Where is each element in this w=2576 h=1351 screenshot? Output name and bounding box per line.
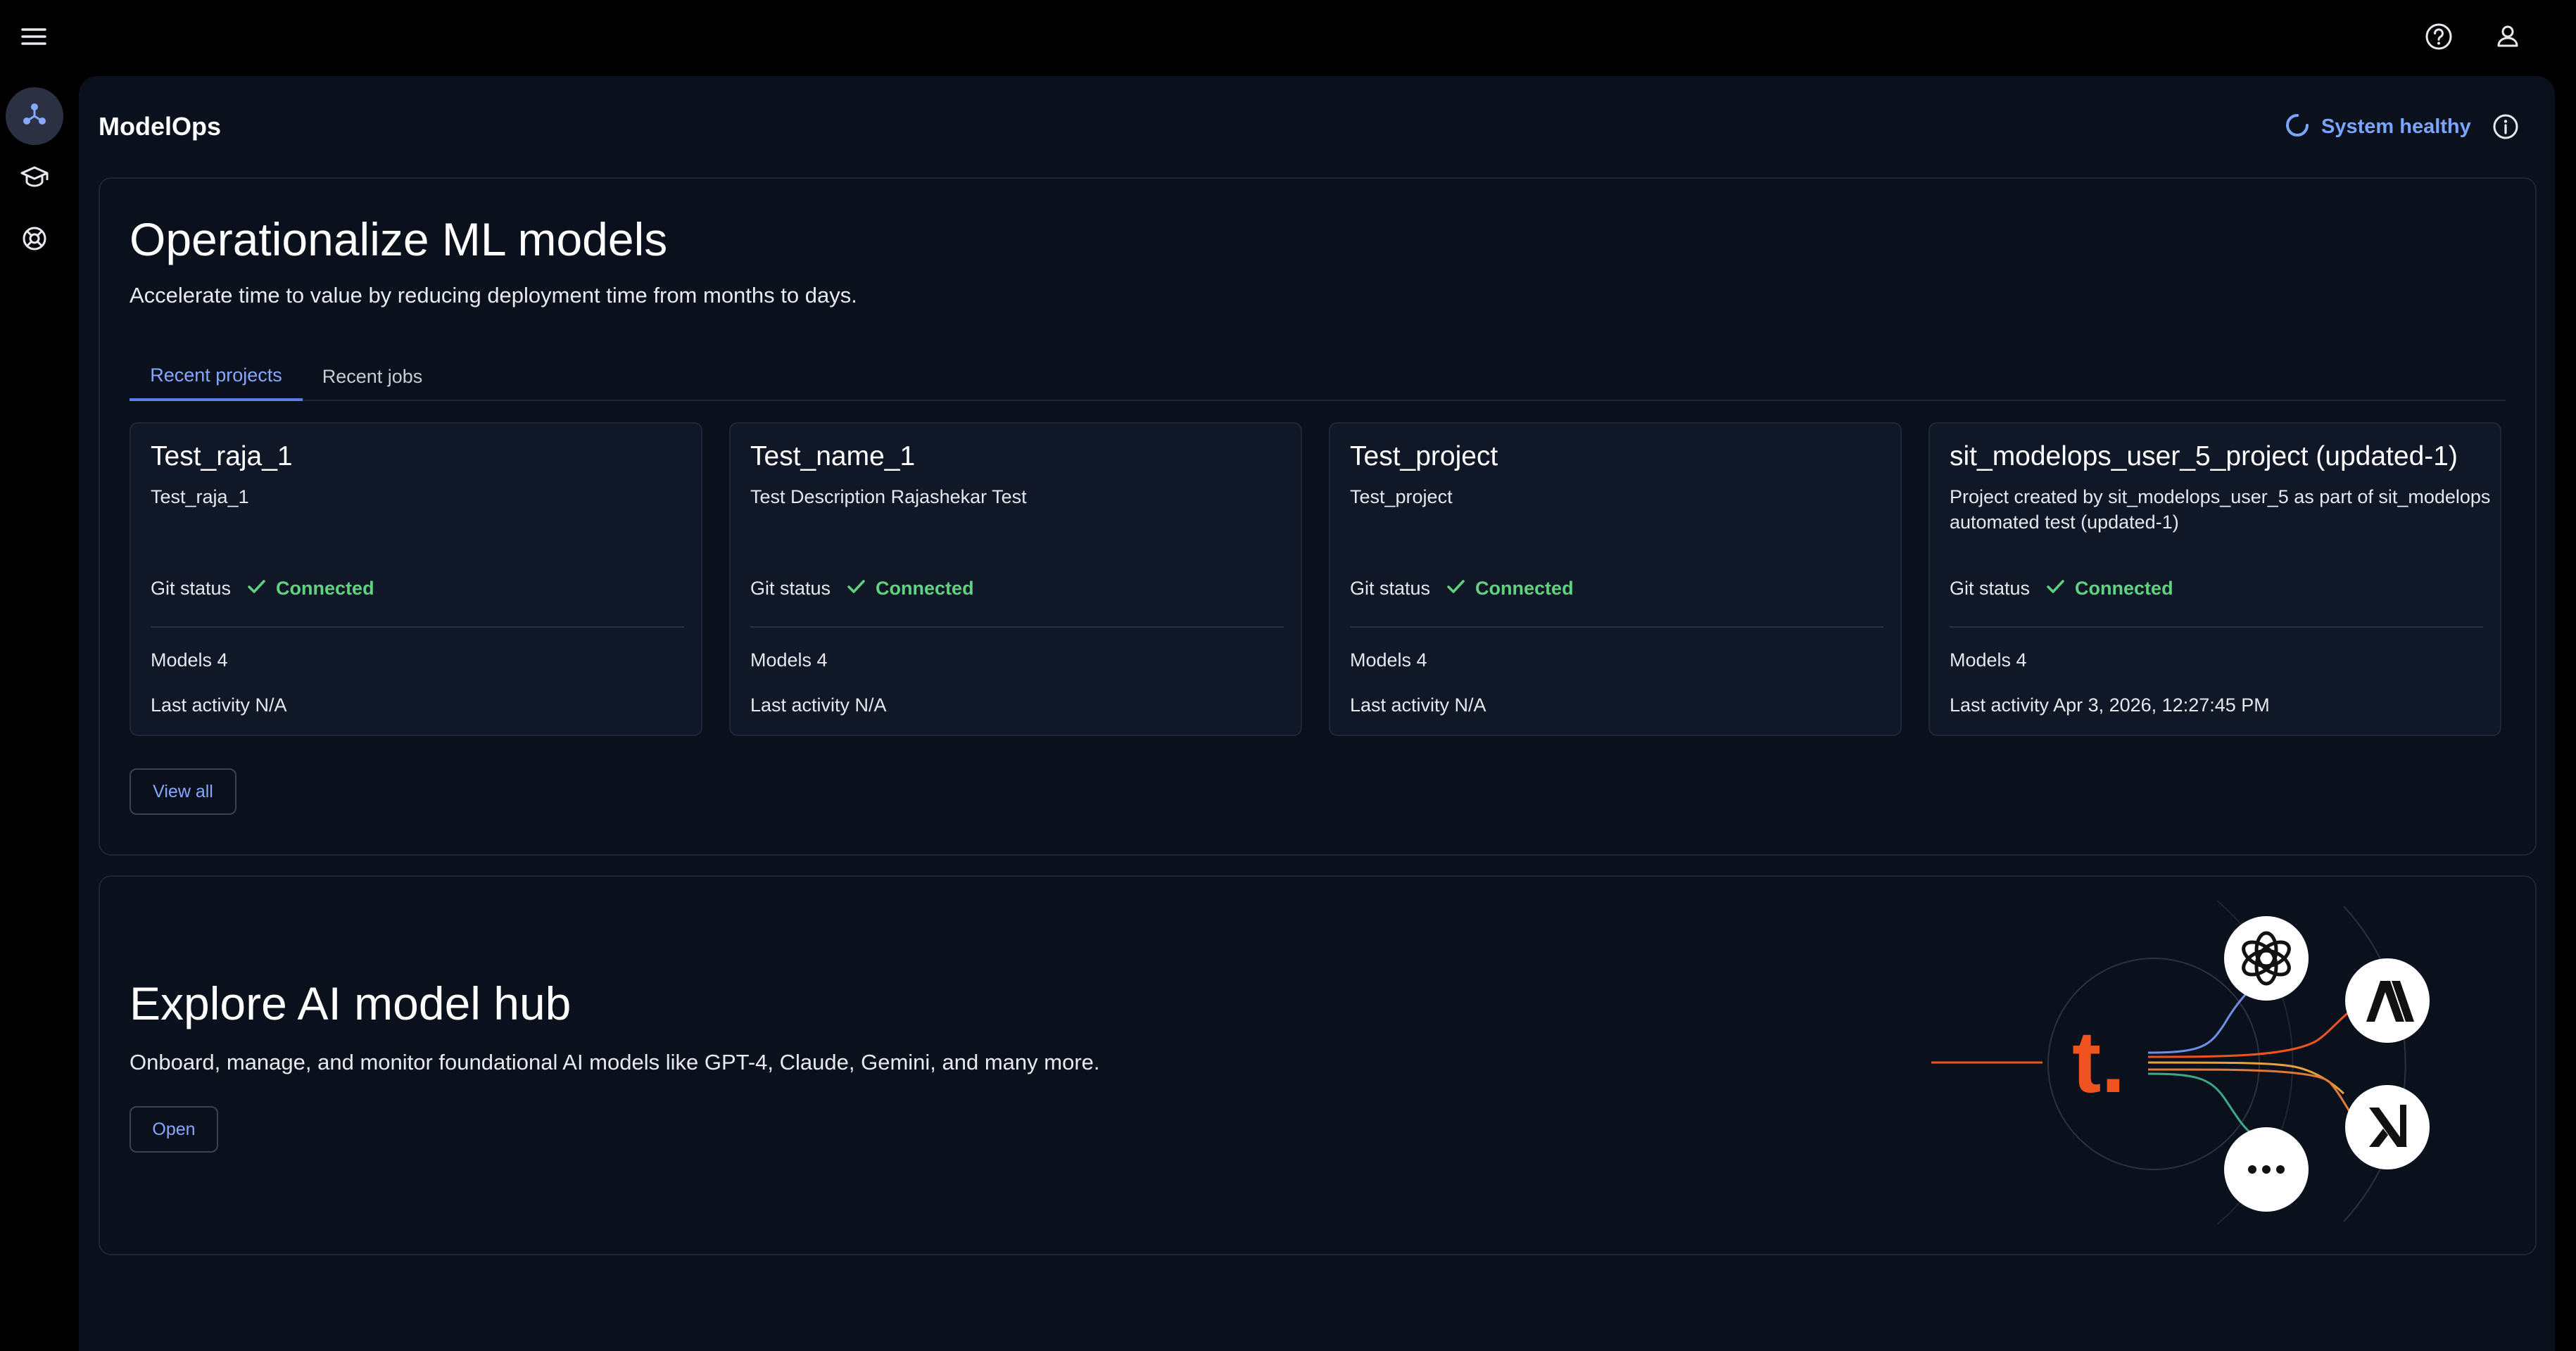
- view-all-button[interactable]: View all: [130, 768, 236, 815]
- nav-learning[interactable]: [6, 149, 63, 207]
- project-models-count: Models 4: [151, 649, 228, 671]
- top-bar: [0, 0, 2576, 73]
- project-last-activity: Last activity N/A: [750, 694, 887, 716]
- project-models-count: Models 4: [1950, 649, 2027, 671]
- info-icon[interactable]: [2490, 111, 2521, 142]
- git-status-label: Git status: [750, 577, 831, 599]
- git-status-label: Git status: [1950, 577, 2031, 599]
- card-divider: [1950, 626, 2483, 628]
- project-card[interactable]: Test_raja_1 Test_raja_1 Git status Conne…: [130, 422, 702, 736]
- hub-subtitle: Onboard, manage, and monitor foundationa…: [130, 1050, 1100, 1074]
- git-status-row: Git status Connected: [750, 574, 974, 602]
- tab-recent-projects[interactable]: Recent projects: [130, 352, 303, 401]
- project-last-activity: Last activity N/A: [1350, 694, 1486, 716]
- project-title: Test_name_1: [750, 441, 916, 471]
- system-health-label: System healthy: [2321, 115, 2471, 138]
- git-status-value: Connected: [276, 577, 374, 599]
- git-status-label: Git status: [151, 577, 232, 599]
- git-status-row: Git status Connected: [151, 574, 374, 602]
- project-description: Test_project: [1350, 486, 1453, 507]
- lifebuoy-icon: [19, 223, 50, 258]
- project-description: Test Description Rajashekar Test: [750, 486, 1027, 507]
- git-status-value: Connected: [1475, 577, 1574, 599]
- left-rail: [0, 73, 77, 1351]
- project-title: Test_raja_1: [151, 441, 293, 471]
- xai-logo-icon: [2345, 1085, 2430, 1169]
- project-last-activity: Last activity N/A: [151, 694, 287, 716]
- model-hub-icon: [19, 99, 50, 134]
- card-divider: [750, 626, 1284, 628]
- project-models-count: Models 4: [1350, 649, 1427, 671]
- project-title: Test_project: [1350, 441, 1498, 471]
- git-status-row: Git status Connected: [1350, 574, 1574, 602]
- tab-recent-jobs[interactable]: Recent jobs: [307, 352, 438, 401]
- check-icon: [2044, 575, 2066, 602]
- page-title: ModelOps: [99, 112, 222, 141]
- project-card[interactable]: Test_name_1 Test Description Rajashekar …: [729, 422, 1302, 736]
- tabs-divider: [130, 400, 2506, 401]
- nav-model-hub[interactable]: [6, 87, 63, 145]
- check-icon: [245, 575, 267, 602]
- card-divider: [151, 626, 684, 628]
- git-status-row: Git status Connected: [1950, 574, 2173, 602]
- project-card[interactable]: sit_modelops_user_5_project (updated-1) …: [1928, 422, 2501, 736]
- hub-title: Explore AI model hub: [130, 977, 572, 1029]
- git-status-value: Connected: [2075, 577, 2173, 599]
- openai-logo-icon: [2224, 916, 2309, 1001]
- graduation-cap-icon: [19, 161, 50, 196]
- user-icon[interactable]: [2490, 19, 2525, 54]
- check-icon: [845, 575, 867, 602]
- git-status-value: Connected: [876, 577, 974, 599]
- brand-logo: t.: [2072, 1014, 2126, 1111]
- git-status-label: Git status: [1350, 577, 1431, 599]
- system-health-status[interactable]: System healthy: [2283, 110, 2471, 144]
- model-hub-illustration: t.: [1921, 894, 2442, 1231]
- hero-subtitle: Accelerate time to value by reducing dep…: [130, 283, 857, 307]
- project-last-activity: Last activity Apr 3, 2026, 12:27:45 PM: [1950, 694, 2270, 716]
- project-description: Project created by sit_modelops_user_5 a…: [1950, 486, 2491, 533]
- hero-title: Operationalize ML models: [130, 213, 668, 265]
- project-card[interactable]: Test_project Test_project Git status Con…: [1329, 422, 1902, 736]
- loading-spinner-icon: [2283, 111, 2311, 143]
- help-icon[interactable]: [2421, 19, 2456, 54]
- project-models-count: Models 4: [750, 649, 828, 671]
- card-divider: [1350, 626, 1883, 628]
- anthropic-logo-icon: [2345, 958, 2430, 1043]
- more-models-icon: [2224, 1127, 2309, 1212]
- project-description: Test_raja_1: [151, 486, 249, 507]
- open-button[interactable]: Open: [130, 1106, 218, 1153]
- menu-icon[interactable]: [17, 20, 51, 53]
- nav-support[interactable]: [6, 211, 63, 269]
- check-icon: [1444, 575, 1467, 602]
- project-title: sit_modelops_user_5_project (updated-1): [1950, 441, 2458, 471]
